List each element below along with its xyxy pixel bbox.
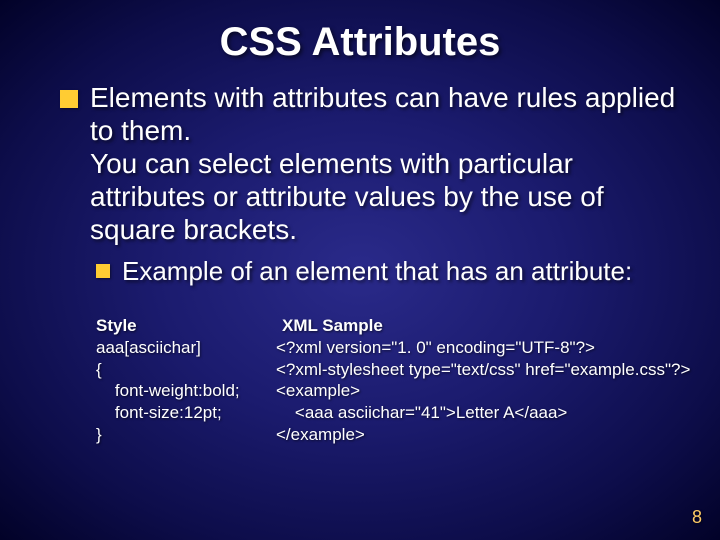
page-number: 8	[692, 507, 702, 528]
sub-block: Example of an element that has an attrib…	[96, 256, 680, 445]
bullet-icon	[60, 90, 78, 108]
left-code: aaa[asciichar] { font-weight:bold; font-…	[96, 338, 240, 444]
code-columns: Style aaa[asciichar] { font-weight:bold;…	[96, 293, 680, 445]
right-code: <?xml version="1. 0" encoding="UTF-8"?> …	[276, 338, 690, 444]
bullet-icon	[96, 264, 110, 278]
left-header: Style	[96, 316, 137, 335]
slide-title: CSS Attributes	[0, 0, 720, 65]
slide-body: Elements with attributes can have rules …	[0, 65, 720, 446]
sub-bullet-row: Example of an element that has an attrib…	[96, 256, 680, 287]
code-col-right: XML Sample <?xml version="1. 0" encoding…	[276, 293, 690, 445]
slide: CSS Attributes Elements with attributes …	[0, 0, 720, 540]
right-header: XML Sample	[276, 316, 383, 335]
main-bullet-text: Elements with attributes can have rules …	[90, 81, 680, 246]
sub-bullet-text: Example of an element that has an attrib…	[122, 256, 632, 287]
code-col-left: Style aaa[asciichar] { font-weight:bold;…	[96, 293, 276, 445]
main-bullet-row: Elements with attributes can have rules …	[60, 81, 680, 246]
